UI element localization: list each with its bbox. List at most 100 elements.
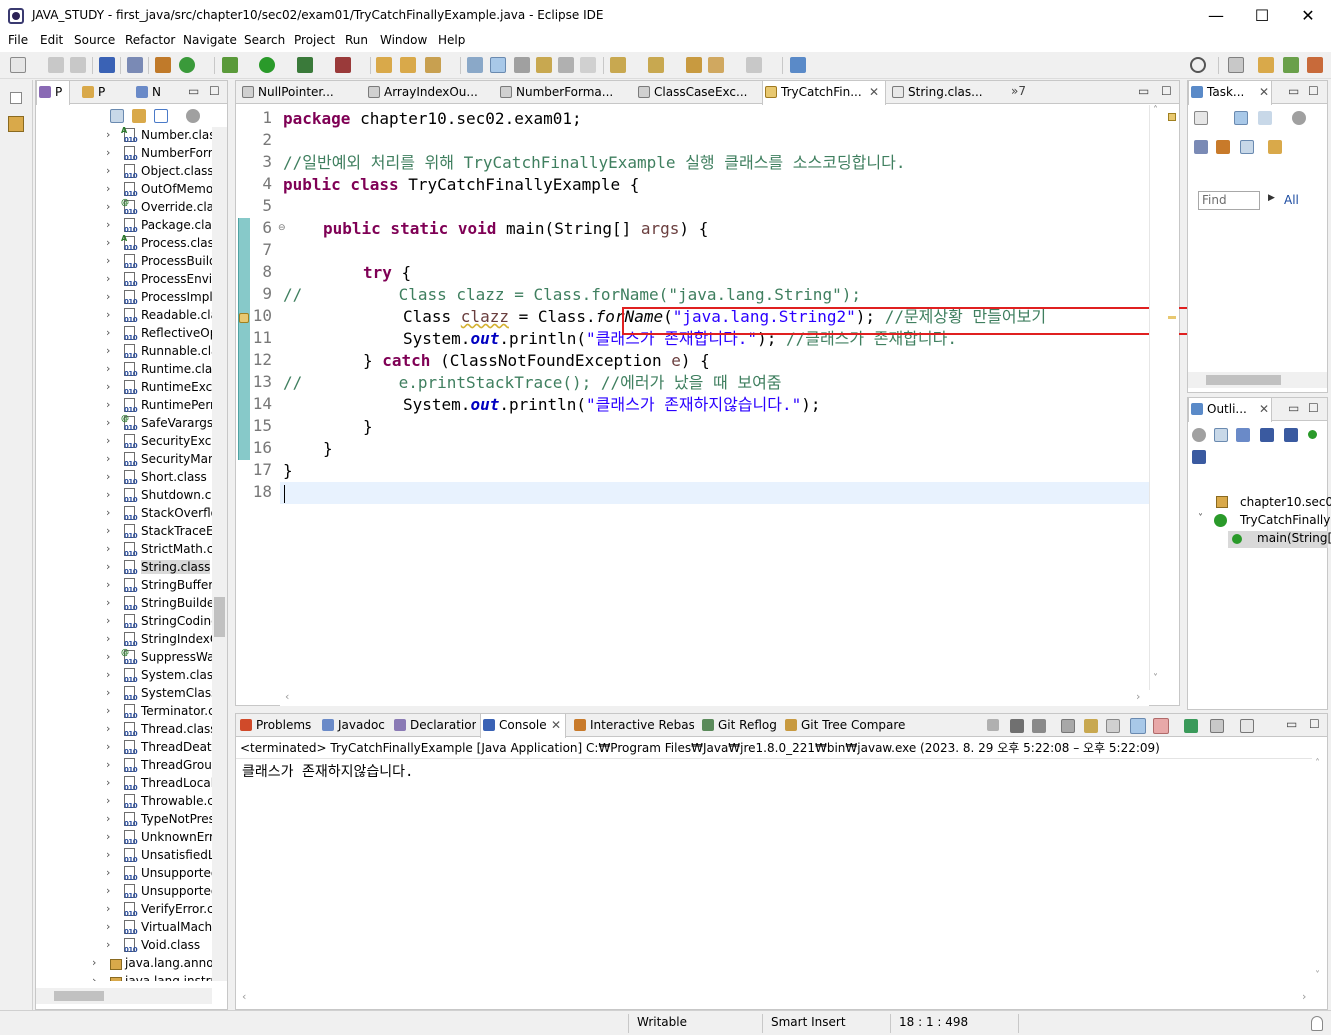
- tab-arrayindex[interactable]: ArrayIndexOu...: [366, 81, 494, 104]
- open-perspective-icon[interactable]: [1228, 57, 1244, 73]
- tab-javadoc[interactable]: Javadoc: [320, 714, 386, 737]
- display-console-icon[interactable]: [1210, 719, 1224, 733]
- chevron-right-icon[interactable]: ›: [106, 884, 110, 897]
- tree-item[interactable]: › 010Readable.clas: [36, 307, 212, 325]
- chevron-right-icon[interactable]: ›: [106, 596, 110, 609]
- chevron-right-icon[interactable]: ›: [106, 326, 110, 339]
- find-input[interactable]: Find: [1198, 191, 1260, 210]
- tree-item[interactable]: › 010@SafeVarargs.c: [36, 414, 212, 433]
- prev-annotation-icon[interactable]: [648, 57, 664, 73]
- tree-item[interactable]: › 010Package.class: [36, 217, 212, 235]
- menu-refactor[interactable]: Refactor: [125, 33, 175, 47]
- tree-item[interactable]: › 010ReflectiveOpe: [36, 325, 212, 343]
- maximize-view-icon[interactable]: ☐: [1308, 84, 1319, 98]
- tree-item[interactable]: › 010@Override.clas: [36, 198, 212, 217]
- tree-item[interactable]: › 010RuntimePerm: [36, 397, 212, 415]
- chevron-right-icon[interactable]: ›: [106, 830, 110, 843]
- chevron-right-icon[interactable]: ›: [106, 434, 110, 447]
- chevron-right-icon[interactable]: ›: [106, 758, 110, 771]
- tree-item[interactable]: › 010 Unsupported: [36, 883, 212, 901]
- chevron-right-icon[interactable]: ›: [92, 974, 96, 981]
- fold-toggle-icon[interactable]: ⊖: [278, 223, 286, 233]
- next-annotation-icon[interactable]: [610, 57, 626, 73]
- tree-item[interactable]: › 010 Terminator.cl: [36, 703, 212, 721]
- restore-icon[interactable]: [10, 92, 22, 104]
- tree-item[interactable]: › 010 RuntimeExce: [36, 379, 212, 397]
- close-tab-icon[interactable]: ✕: [869, 81, 879, 103]
- refresh-icon[interactable]: [179, 57, 195, 73]
- maximize-view-icon[interactable]: ☐: [1309, 717, 1320, 731]
- chevron-right-icon[interactable]: ›: [106, 416, 110, 429]
- view-menu-icon[interactable]: [1292, 111, 1306, 125]
- chevron-right-icon[interactable]: ›: [106, 740, 110, 753]
- close-tab-icon[interactable]: ✕: [1259, 81, 1269, 103]
- chevron-right-icon[interactable]: ›: [106, 524, 110, 537]
- pin-editor-icon[interactable]: [790, 57, 806, 73]
- close-button[interactable]: ✕: [1285, 0, 1331, 31]
- tree-item[interactable]: › 010StrictMath.cla: [36, 541, 212, 559]
- tree-item[interactable]: › 010UnsatisfiedLir: [36, 847, 212, 865]
- tree-item[interactable]: › 010 StringIndexO: [36, 631, 212, 649]
- remove-launch-icon[interactable]: [1010, 719, 1024, 733]
- tree-item[interactable]: › 010ANumber.class: [36, 127, 212, 145]
- java-perspective-icon[interactable]: [1258, 57, 1274, 73]
- sort-icon[interactable]: [1236, 428, 1250, 442]
- link-editor-icon[interactable]: [132, 109, 146, 123]
- tree-package[interactable]: › java.lang.instrun: [36, 973, 212, 981]
- tree-item[interactable]: › 010 VirtualMachi: [36, 919, 212, 937]
- outline-class[interactable]: TryCatchFinallyE: [1240, 513, 1331, 527]
- collapse-all-icon[interactable]: [1240, 140, 1254, 154]
- git-perspective-icon[interactable]: [1307, 57, 1323, 73]
- new-task-icon[interactable]: [1194, 111, 1208, 125]
- warning-icon[interactable]: [239, 313, 249, 323]
- save-icon[interactable]: [48, 57, 64, 73]
- chevron-right-icon[interactable]: ›: [106, 542, 110, 555]
- chevron-right-icon[interactable]: ›: [106, 848, 110, 861]
- tree-item[interactable]: › 010 OutOfMemor: [36, 181, 212, 199]
- sync-icon[interactable]: [1216, 140, 1230, 154]
- open-task-icon[interactable]: [400, 57, 416, 73]
- chevron-right-icon[interactable]: ›: [106, 776, 110, 789]
- chevron-right-icon[interactable]: ›: [106, 308, 110, 321]
- scroll-lock-icon[interactable]: [1084, 719, 1098, 733]
- tree-item[interactable]: › 010 NumberForm: [36, 145, 212, 163]
- maximize-view-icon[interactable]: ☐: [209, 84, 220, 98]
- outline-menu-icon[interactable]: [1192, 428, 1206, 442]
- open-console-icon[interactable]: [1240, 719, 1254, 733]
- status-insert-mode[interactable]: Smart Insert: [771, 1015, 846, 1029]
- chevron-right-icon[interactable]: ›: [106, 722, 110, 735]
- tree-item[interactable]: › 010ProcessBuilde: [36, 253, 212, 271]
- tree-item[interactable]: › 010Runnable.clas: [36, 343, 212, 361]
- maximize-button[interactable]: ☐: [1239, 0, 1285, 31]
- pilcrow-icon[interactable]: [580, 57, 596, 73]
- tab-nullpointer[interactable]: NullPointer...: [240, 81, 358, 104]
- save-all-icon[interactable]: [70, 57, 86, 73]
- chevron-right-icon[interactable]: ›: [106, 794, 110, 807]
- back-icon[interactable]: [708, 57, 724, 73]
- tab-trycatchfinally[interactable]: TryCatchFin... ✕: [762, 81, 886, 105]
- external-tools-icon[interactable]: [335, 57, 351, 73]
- chevron-right-icon[interactable]: ›: [106, 470, 110, 483]
- chevron-right-icon[interactable]: ›: [106, 146, 110, 159]
- maximize-view-icon[interactable]: ☐: [1308, 401, 1319, 415]
- filter-icon[interactable]: [154, 109, 168, 123]
- chevron-right-icon[interactable]: ›: [106, 380, 110, 393]
- minimize-view-icon[interactable]: ▭: [1288, 84, 1299, 98]
- forward-icon[interactable]: [746, 57, 762, 73]
- skip-breakpoints-icon[interactable]: [127, 57, 143, 73]
- chevron-right-icon[interactable]: ›: [106, 452, 110, 465]
- chevron-right-icon[interactable]: ›: [106, 614, 110, 627]
- menu-search[interactable]: Search: [244, 33, 285, 47]
- chevron-right-icon[interactable]: ›: [106, 218, 110, 231]
- chevron-right-icon[interactable]: ›: [106, 668, 110, 681]
- outline-method[interactable]: main(String[]: [1257, 531, 1331, 545]
- debug-icon[interactable]: [222, 57, 238, 73]
- scroll-left-icon[interactable]: ‹: [242, 990, 246, 1003]
- tree-item[interactable]: › 010 System.class: [36, 667, 212, 685]
- hide-static-icon[interactable]: [1284, 428, 1298, 442]
- tab-project-explorer[interactable]: P: [80, 81, 114, 104]
- tab-console[interactable]: Console ✕: [480, 714, 566, 738]
- menu-project[interactable]: Project: [294, 33, 335, 47]
- tree-item[interactable]: › 010StringBuffer.c: [36, 577, 212, 595]
- all-link[interactable]: All: [1284, 193, 1299, 207]
